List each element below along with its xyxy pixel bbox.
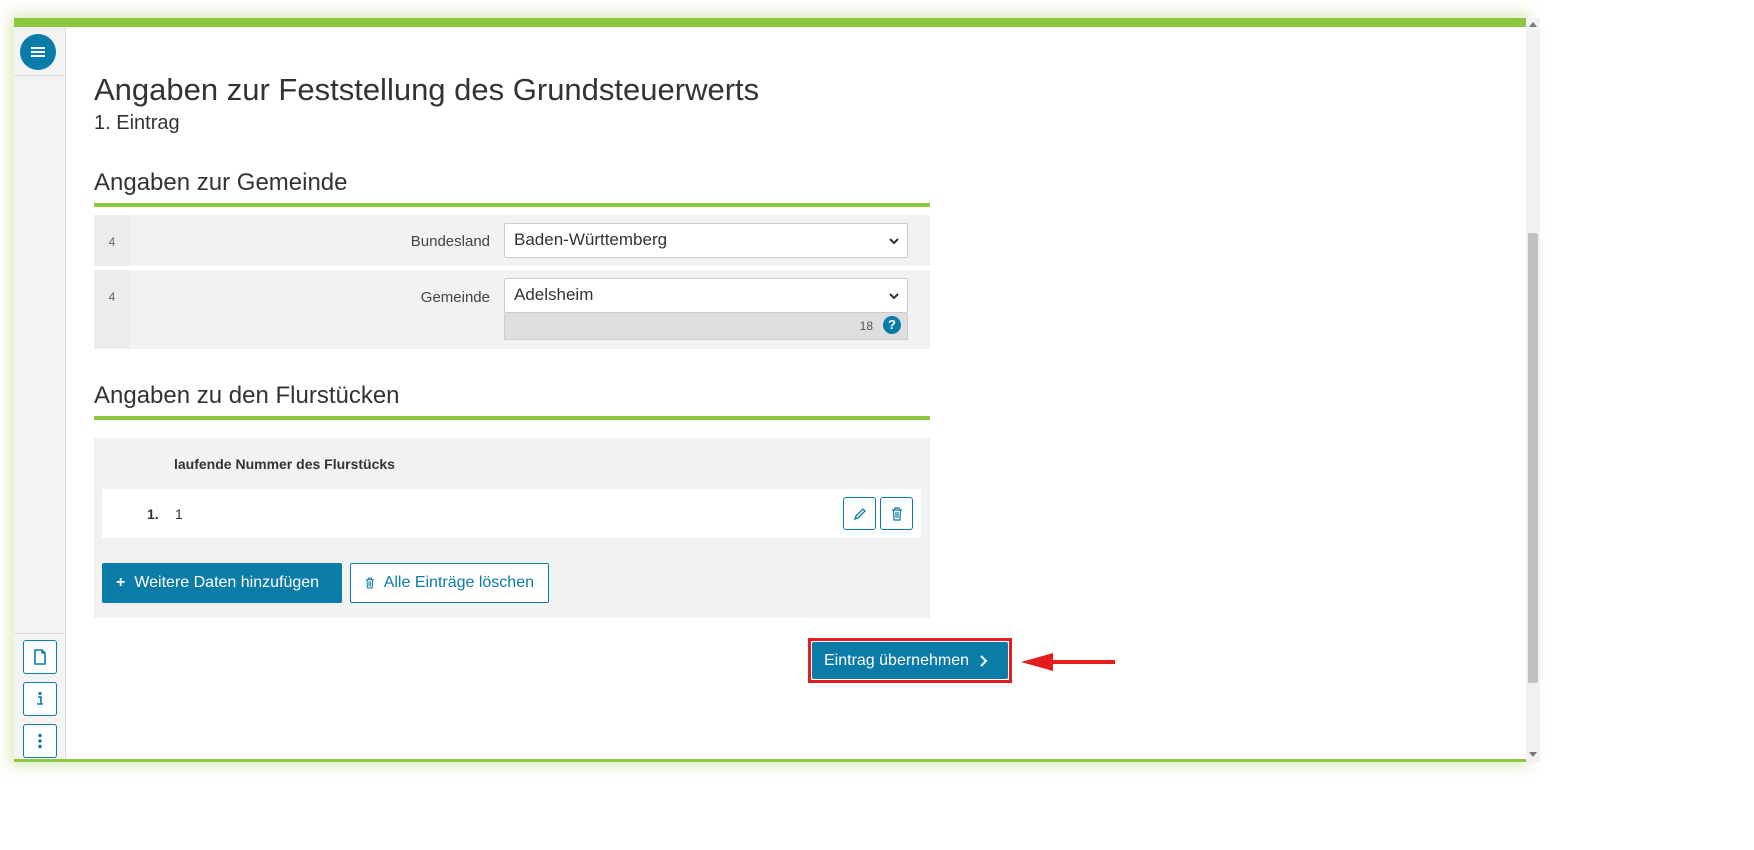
form-row-bundesland: 4 Bundesland Baden-Württemberg xyxy=(94,215,930,266)
info-button[interactable] xyxy=(23,682,57,716)
delete-all-button[interactable]: Alle Einträge löschen xyxy=(350,563,549,603)
entry-index: 1. xyxy=(147,506,159,522)
add-data-label: Weitere Daten hinzufügen xyxy=(134,574,320,591)
menu-icon xyxy=(31,47,45,57)
trash-icon xyxy=(365,577,374,589)
column-header: laufende Nummer des Flurstücks xyxy=(174,456,395,472)
chevron-down-icon xyxy=(889,238,899,245)
edit-entry-button[interactable] xyxy=(843,497,876,530)
document-icon xyxy=(34,649,46,665)
document-button[interactable] xyxy=(23,640,57,674)
section-heading-gemeinde: Angaben zur Gemeinde xyxy=(94,169,348,196)
bundesland-select[interactable]: Baden-Württemberg xyxy=(504,223,908,258)
more-button[interactable] xyxy=(23,724,57,758)
gemeinde-info-bar: 18 ? xyxy=(504,313,908,340)
sidebar-divider xyxy=(14,75,66,76)
chevron-right-icon xyxy=(980,654,988,667)
page-subtitle: 1. Eintrag xyxy=(94,112,180,134)
menu-button[interactable] xyxy=(20,34,56,70)
sidebar-divider xyxy=(14,633,66,634)
section-heading-flurstuecke: Angaben zu den Flurstücken xyxy=(94,382,400,409)
info-icon xyxy=(37,691,43,705)
chevron-down-icon xyxy=(889,293,899,300)
list-item: 1. 1 xyxy=(102,489,921,538)
scroll-down-icon[interactable] xyxy=(1529,752,1537,757)
add-data-button[interactable]: + Weitere Daten hinzufügen xyxy=(102,563,342,603)
parcel-panel: laufende Nummer des Flurstücks 1. 1 + We… xyxy=(94,438,930,618)
delete-entry-button[interactable] xyxy=(880,497,913,530)
gemeinde-label: Gemeinde xyxy=(420,289,490,306)
submit-entry-button[interactable]: Eintrag übernehmen xyxy=(812,642,1008,679)
section-divider xyxy=(94,416,930,420)
pencil-icon xyxy=(853,507,866,520)
more-vertical-icon xyxy=(38,733,42,749)
plus-icon: + xyxy=(116,574,126,591)
bundesland-value: Baden-Württemberg xyxy=(514,230,668,249)
row-number: 4 xyxy=(94,215,130,266)
submit-label: Eintrag übernehmen xyxy=(824,651,969,669)
scroll-thumb[interactable] xyxy=(1528,233,1538,683)
sidebar xyxy=(14,27,66,759)
gemeinde-value: Adelsheim xyxy=(514,285,594,304)
trash-icon xyxy=(891,506,902,521)
entry-value: 1 xyxy=(175,506,183,522)
page-title: Angaben zur Feststellung des Grundsteuer… xyxy=(94,72,760,107)
delete-all-label: Alle Einträge löschen xyxy=(383,574,534,591)
bundesland-label: Bundesland xyxy=(410,233,490,250)
scrollbar[interactable] xyxy=(1526,18,1540,762)
red-arrow-icon xyxy=(1021,653,1115,671)
section-divider xyxy=(94,203,930,207)
app-window: Angaben zur Feststellung des Grundsteuer… xyxy=(14,18,1526,762)
gemeinde-counter: 18 xyxy=(859,319,873,333)
scroll-up-icon[interactable] xyxy=(1529,22,1537,27)
row-number: 4 xyxy=(94,270,130,349)
form-row-gemeinde: 4 Gemeinde Adelsheim 18 ? xyxy=(94,270,930,349)
gemeinde-select[interactable]: Adelsheim xyxy=(504,278,908,313)
help-icon[interactable]: ? xyxy=(883,316,901,334)
